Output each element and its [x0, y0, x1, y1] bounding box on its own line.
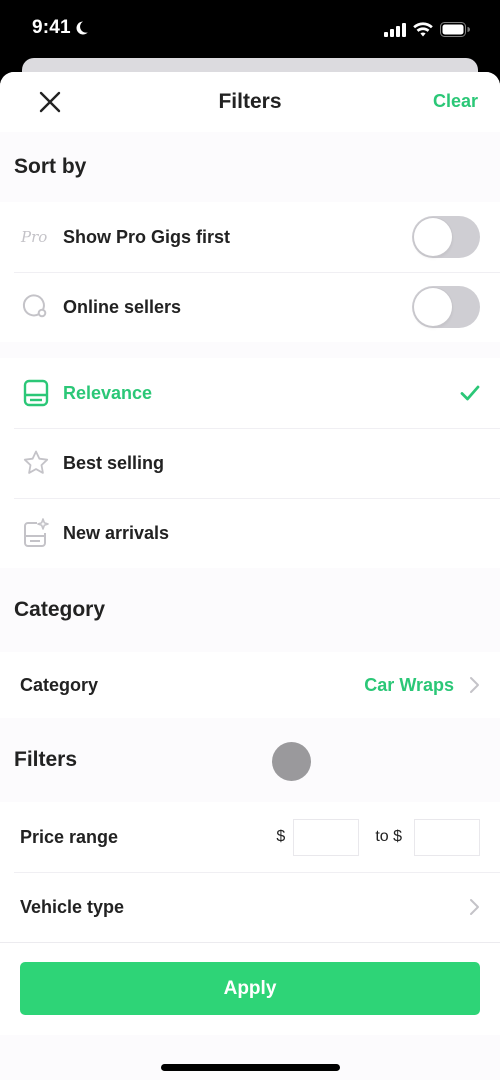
- online-sellers-toggle[interactable]: [412, 286, 480, 328]
- star-icon: [20, 447, 52, 479]
- clear-button[interactable]: Clear: [433, 91, 478, 112]
- filters-header: Filters: [14, 748, 78, 771]
- price-range-row: Price range $ to $: [0, 802, 500, 872]
- close-icon[interactable]: [38, 90, 62, 114]
- time-text: 9:41: [32, 17, 71, 38]
- apply-button[interactable]: Apply: [20, 962, 480, 1015]
- category-value: Car Wraps: [364, 674, 454, 695]
- toggle-group: Pro Show Pro Gigs first Online sellers: [0, 202, 500, 342]
- checkmark-icon: [460, 385, 480, 401]
- vehicle-type-label: Vehicle type: [20, 896, 125, 917]
- cellular-signal-icon: [384, 22, 406, 37]
- new-arrivals-icon: [20, 517, 52, 549]
- best-selling-label: Best selling: [63, 452, 165, 473]
- relevance-label: Relevance: [63, 382, 153, 403]
- price-max-input[interactable]: [414, 818, 480, 856]
- category-group: Category Car Wraps: [0, 652, 500, 718]
- status-icons: [384, 22, 470, 37]
- online-sellers-label: Online sellers: [63, 296, 182, 317]
- wifi-icon: [413, 22, 433, 37]
- sort-option-relevance[interactable]: Relevance: [0, 358, 500, 428]
- new-arrivals-label: New arrivals: [63, 522, 170, 543]
- vehicle-type-row[interactable]: Vehicle type: [0, 872, 500, 942]
- page-title: Filters: [218, 90, 282, 113]
- pro-gigs-toggle[interactable]: [412, 216, 480, 258]
- sort-option-best-selling[interactable]: Best selling: [0, 428, 500, 498]
- toggle-row-online-sellers: Online sellers: [0, 272, 500, 342]
- status-time: 9:41: [32, 17, 89, 39]
- currency-symbol: $: [276, 828, 286, 845]
- moon-icon: [76, 21, 88, 35]
- pro-badge-icon: Pro: [20, 221, 52, 253]
- price-range-label: Price range: [20, 826, 119, 847]
- home-indicator[interactable]: [161, 1064, 340, 1071]
- price-to-label: to $: [375, 828, 402, 845]
- filters-group: Price range $ to $ Vehicle type: [0, 802, 500, 942]
- price-controls: $ to $: [276, 818, 480, 856]
- category-label: Category: [20, 674, 99, 695]
- nav-bar: Filters Clear: [0, 72, 500, 132]
- sort-options-group: Relevance Best selling New arrivals: [0, 358, 500, 568]
- filters-sheet: Filters Clear Sort by Pro Show Pro Gigs …: [0, 72, 500, 1080]
- battery-icon: [440, 22, 470, 37]
- category-header: Category: [14, 598, 106, 621]
- pro-gigs-label: Show Pro Gigs first: [63, 226, 231, 247]
- svg-text:Pro: Pro: [20, 228, 47, 246]
- sort-by-header: Sort by: [14, 155, 87, 178]
- relevance-icon: [20, 377, 52, 409]
- chevron-right-icon: [470, 677, 479, 693]
- online-status-icon: [20, 291, 52, 323]
- toggle-row-pro-gigs: Pro Show Pro Gigs first: [0, 202, 500, 272]
- sort-option-new-arrivals[interactable]: New arrivals: [0, 498, 500, 568]
- toggle-knob: [414, 288, 452, 326]
- chevron-right-icon: [470, 899, 479, 915]
- category-row[interactable]: Category Car Wraps: [0, 652, 500, 718]
- footer: Apply: [0, 942, 500, 1035]
- price-min-input[interactable]: [293, 818, 360, 856]
- touch-indicator: [272, 742, 311, 781]
- toggle-knob: [414, 218, 452, 256]
- status-bar: 9:41: [0, 0, 500, 60]
